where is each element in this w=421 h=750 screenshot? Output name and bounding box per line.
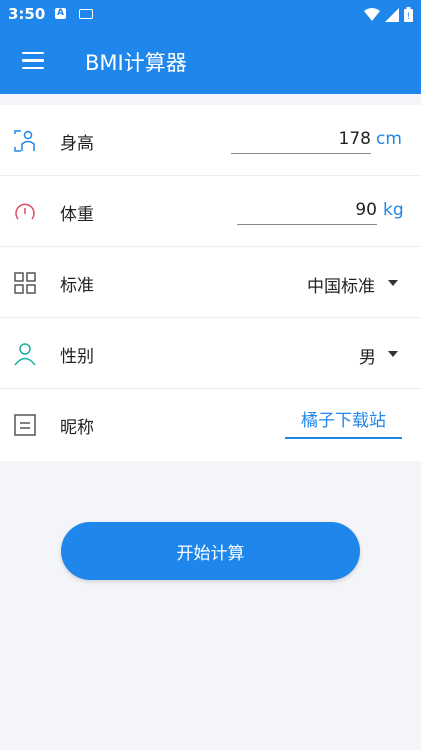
battery-warning-glyph: !: [407, 11, 410, 21]
standard-row: 标准 中国标准: [0, 247, 421, 318]
app-bar: BMI计算器: [0, 30, 421, 94]
accessibility-notification-icon: A: [55, 8, 66, 19]
height-label: 身高: [60, 134, 94, 154]
height-row: 身高 178 cm: [0, 105, 421, 176]
wifi-icon: [364, 7, 380, 21]
weight-row: 体重 90 kg: [0, 176, 421, 247]
weight-input[interactable]: 90: [237, 200, 377, 225]
gender-select[interactable]: 男: [359, 343, 376, 368]
weight-label: 体重: [60, 205, 94, 225]
status-icons: !: [364, 7, 413, 22]
standard-dropdown-caret-icon[interactable]: [388, 280, 398, 286]
nickname-row: 昵称 橘子下载站: [0, 389, 421, 460]
height-input[interactable]: 178: [231, 129, 371, 154]
person-icon: [14, 343, 36, 366]
weight-unit: kg: [383, 200, 404, 220]
status-bar: 3:50 A !: [0, 0, 421, 30]
grid-icon: [14, 272, 36, 294]
status-time: 3:50: [8, 5, 46, 23]
signal-icon: [385, 7, 399, 22]
bmi-form: 身高 178 cm 体重 90 kg 标准 中国标准 性别 男 昵称 橘子下载站: [0, 105, 421, 461]
page-title: BMI计算器: [85, 51, 187, 75]
gender-dropdown-caret-icon[interactable]: [388, 351, 398, 357]
standard-label: 标准: [60, 276, 94, 296]
nickname-label: 昵称: [60, 418, 94, 438]
keyboard-icon: [79, 9, 93, 19]
start-calculation-button[interactable]: 开始计算: [61, 522, 360, 580]
gender-label: 性别: [60, 347, 94, 367]
height-icon: [14, 130, 35, 152]
gender-row: 性别 男: [0, 318, 421, 389]
battery-icon: !: [404, 7, 413, 22]
standard-select[interactable]: 中国标准: [307, 272, 375, 297]
scale-gauge-icon: [15, 203, 35, 220]
menu-icon[interactable]: [22, 52, 44, 70]
document-icon: [14, 414, 36, 436]
nickname-input[interactable]: 橘子下载站: [285, 409, 402, 439]
height-unit: cm: [376, 129, 402, 149]
